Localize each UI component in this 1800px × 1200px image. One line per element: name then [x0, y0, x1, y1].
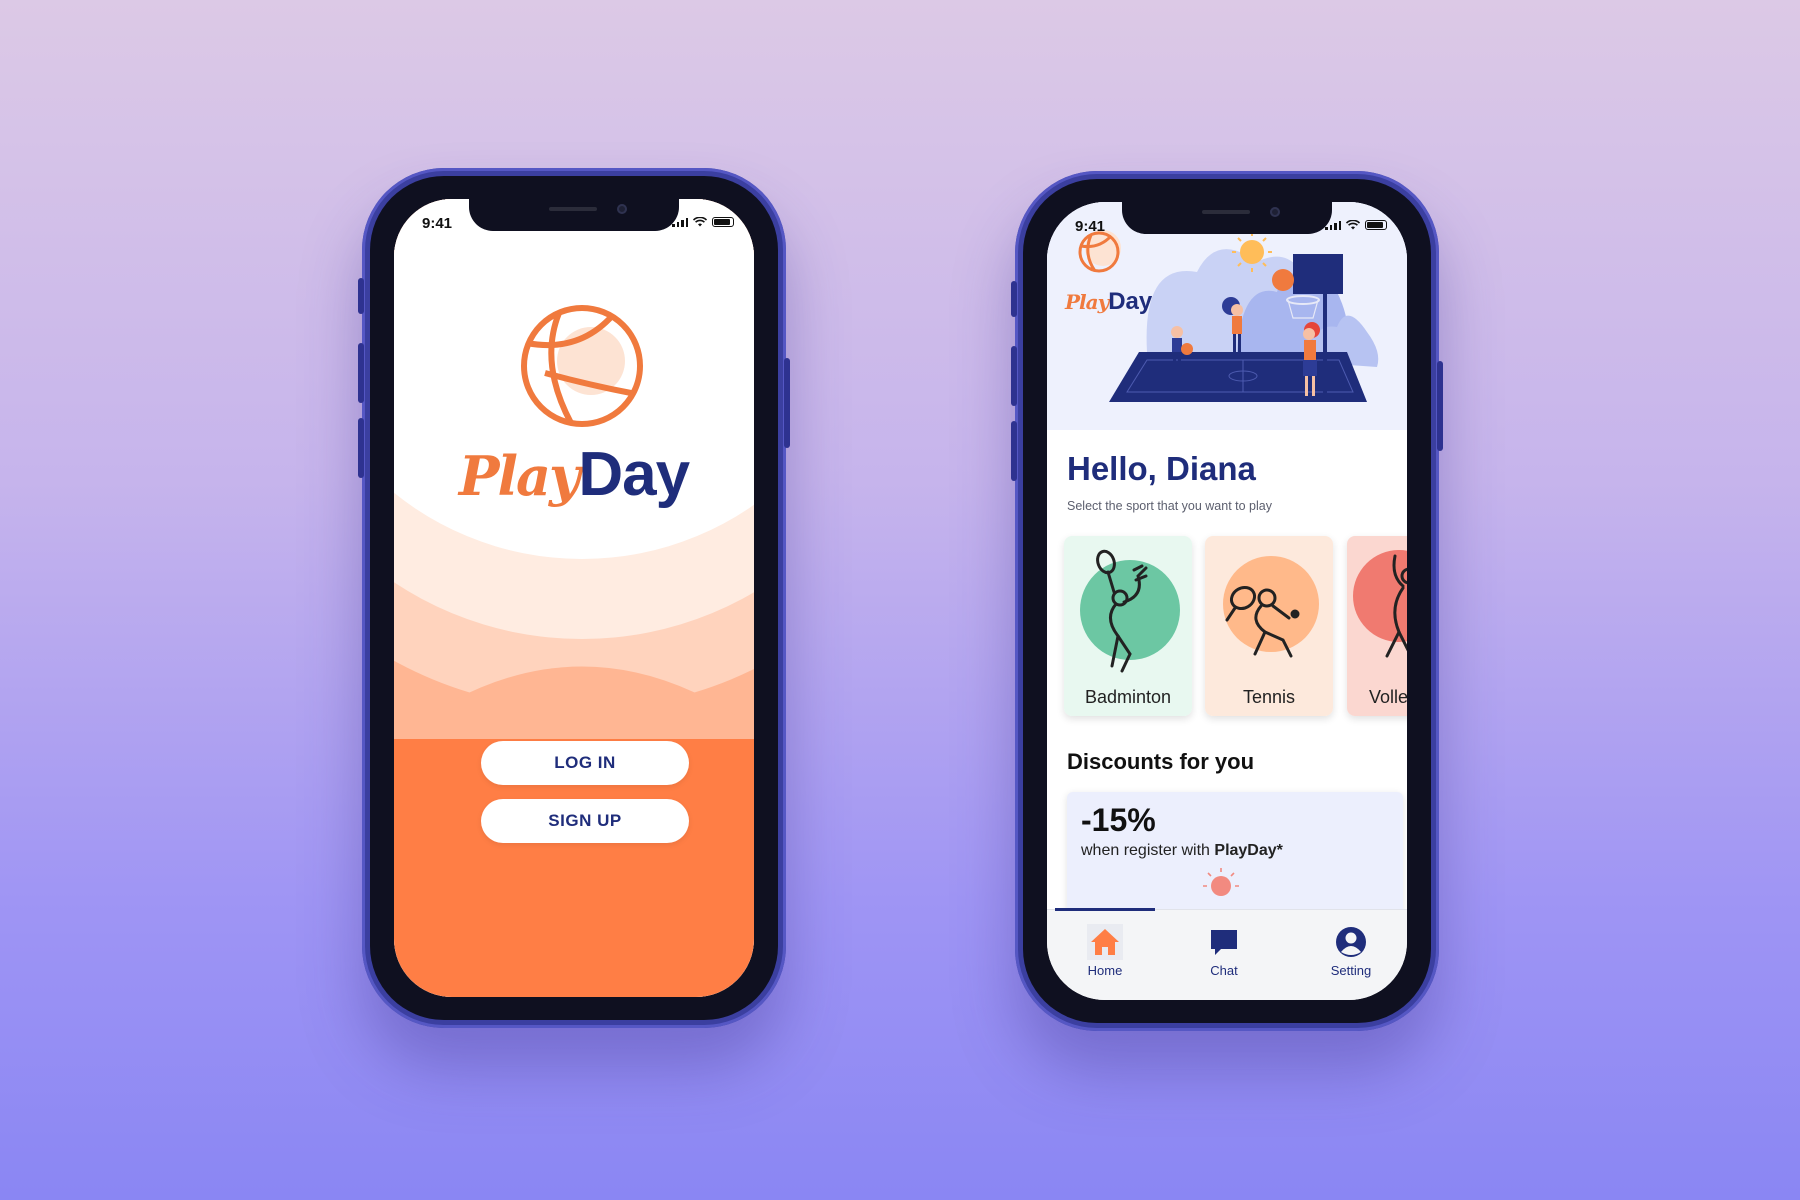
mute-switch — [358, 278, 364, 314]
greeting-subtitle: Select the sport that you want to play — [1067, 499, 1272, 513]
welcome-screen: 9:41 PlayDay LOG IN SIGN UP — [394, 199, 754, 997]
bottom-tab-bar: Home Chat Setting — [1047, 908, 1407, 1000]
sport-label: Badminton — [1084, 687, 1172, 707]
sport-label: Tennis — [1242, 687, 1296, 707]
tab-label: Chat — [1210, 963, 1238, 978]
tab-label: Home — [1087, 963, 1123, 978]
sport-label: Volle — [1369, 687, 1407, 707]
phone-welcome: 9:41 PlayDay LOG IN SIGN UP — [358, 168, 790, 1028]
volume-down-button — [1011, 421, 1017, 481]
sport-card-volleyball[interactable]: Volle — [1347, 536, 1407, 716]
discount-percent: -15% — [1081, 802, 1156, 838]
discount-text: when register with — [1081, 842, 1215, 859]
power-button — [784, 358, 790, 448]
brand-play-text: Play — [458, 444, 580, 508]
tab-chat[interactable]: Chat — [1179, 924, 1269, 978]
brand-play-text: Play — [1065, 290, 1109, 314]
chat-icon — [1211, 930, 1237, 955]
brand-wordmark: PlayDay — [394, 439, 754, 510]
login-button[interactable]: LOG IN — [481, 741, 689, 785]
signal-icon — [672, 217, 688, 227]
phone-home: PlayDay 9:41 Hello, Diana Select the spo… — [1011, 171, 1443, 1031]
volume-up-button — [1011, 346, 1017, 406]
tab-label: Setting — [1330, 963, 1372, 978]
brand-wordmark: PlayDay — [1065, 288, 1152, 316]
volume-up-button — [358, 343, 364, 403]
tab-home[interactable]: Home — [1060, 924, 1150, 978]
discount-brand: PlayDay* — [1214, 842, 1283, 859]
user-icon — [1336, 927, 1366, 957]
signup-button[interactable]: SIGN UP — [481, 799, 689, 843]
discounts-heading: Discounts for you — [1067, 749, 1255, 774]
battery-icon — [712, 217, 734, 227]
signal-icon — [1325, 220, 1341, 230]
status-bar: 9:41 — [1047, 216, 1407, 236]
brand-day-text: Day — [578, 440, 690, 509]
basketball-hero-illustration — [1047, 202, 1407, 430]
sport-card-tennis[interactable]: Tennis — [1205, 536, 1333, 716]
playday-ball-logo — [521, 305, 643, 427]
home-icon — [1087, 924, 1123, 960]
home-screen: PlayDay 9:41 Hello, Diana Select the spo… — [1047, 202, 1407, 1000]
power-button — [1437, 361, 1443, 451]
battery-icon — [1365, 220, 1387, 230]
status-time: 9:41 — [422, 215, 453, 232]
volume-down-button — [358, 418, 364, 478]
wifi-icon — [1346, 220, 1360, 230]
status-bar: 9:41 — [394, 213, 754, 233]
active-tab-indicator — [1055, 908, 1155, 911]
greeting-heading: Hello, Diana — [1067, 450, 1256, 487]
discount-description: when register with PlayDay* — [1081, 842, 1283, 860]
playday-ball-logo — [1078, 230, 1121, 273]
wifi-icon — [693, 217, 707, 227]
phone-bezel: PlayDay 9:41 Hello, Diana Select the spo… — [1023, 179, 1431, 1023]
phone-bezel: 9:41 PlayDay LOG IN SIGN UP — [370, 176, 778, 1020]
mute-switch — [1011, 281, 1017, 317]
tab-setting[interactable]: Setting — [1306, 924, 1396, 978]
status-time: 9:41 — [1075, 218, 1106, 235]
sport-card-badminton[interactable]: Badminton — [1064, 536, 1192, 716]
brand-day-text: Day — [1108, 288, 1153, 315]
